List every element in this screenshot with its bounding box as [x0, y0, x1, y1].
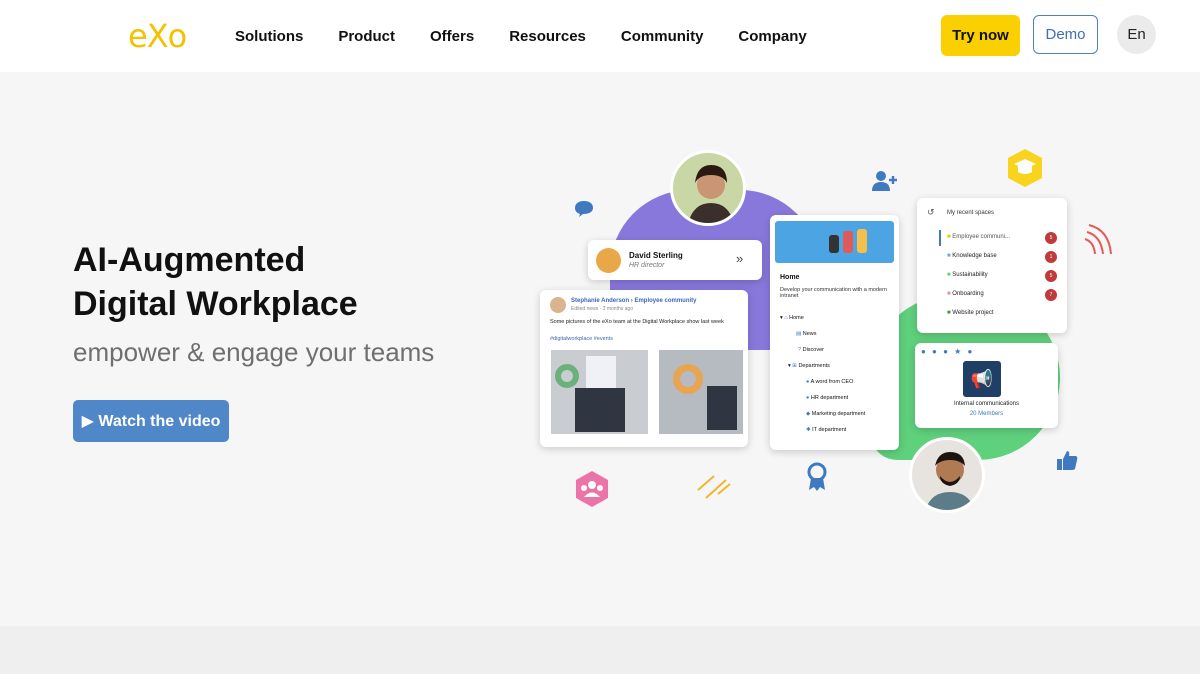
- nav-item-marketing[interactable]: ◆ Marketing department: [806, 411, 865, 417]
- history-icon: ↺: [927, 207, 935, 217]
- comms-members: 20 Members: [969, 411, 1004, 417]
- exo-logo[interactable]: eXo: [128, 17, 187, 55]
- reaction-icons: ● ● ● ★ ●: [921, 347, 975, 356]
- profile-role: HR director: [629, 262, 665, 269]
- nav-card-desc: Develop your communication with a modern…: [780, 287, 887, 299]
- space-count-badge: 5: [1045, 232, 1057, 244]
- nav-product[interactable]: Product: [338, 28, 395, 45]
- community-icon: [576, 471, 608, 507]
- post-space-name[interactable]: Employee community: [634, 298, 696, 304]
- nav-item-hr[interactable]: ● HR department: [806, 395, 848, 401]
- graduation-cap-icon: [1008, 149, 1042, 187]
- hero-title-line1: AI-Augmented: [73, 241, 306, 279]
- comms-title: Internal communications: [953, 401, 1020, 407]
- space-item[interactable]: ■ Website project: [947, 310, 1059, 316]
- space-item[interactable]: ■ Knowledge base 1: [947, 251, 1059, 263]
- post-meta: Edited news · 3 months ago: [571, 306, 633, 312]
- nav-resources[interactable]: Resources: [509, 28, 586, 45]
- add-user-icon: [872, 171, 897, 191]
- nav-card-banner: [775, 221, 894, 263]
- award-ribbon-icon: [807, 462, 827, 491]
- space-item[interactable]: ■ Onboarding 7: [947, 289, 1059, 301]
- space-active-bar: [939, 230, 941, 246]
- post-author-name[interactable]: Stephanie Anderson: [571, 298, 629, 304]
- nav-item-departments[interactable]: ▾ ⊞ Departments: [788, 363, 830, 369]
- site-header: eXo Solutions Product Offers Resources C…: [0, 0, 1200, 72]
- partner-logos-strip: [0, 626, 1200, 674]
- nav-offers[interactable]: Offers: [430, 28, 474, 45]
- recent-spaces-card: ↺ My recent spaces ■ Employee communi...…: [917, 198, 1067, 333]
- signal-waves-icon: [1084, 224, 1112, 255]
- profile-name: David Sterling: [629, 251, 683, 260]
- chevron-right-icon[interactable]: »: [736, 251, 743, 266]
- post-tags[interactable]: #digitalworkplace #events: [550, 336, 613, 342]
- avatar-stephanie: [550, 297, 566, 313]
- watch-video-button[interactable]: ▶ Watch the video: [73, 400, 229, 442]
- avatar-david: [596, 248, 621, 273]
- nav-card-title: Home: [780, 274, 800, 281]
- megaphone-icon: 📢: [963, 361, 1001, 397]
- nav-item-discover[interactable]: ? Discover: [798, 347, 824, 353]
- demo-button[interactable]: Demo: [1033, 15, 1098, 54]
- avatar-woman: [670, 150, 746, 226]
- try-now-button[interactable]: Try now: [941, 15, 1020, 56]
- profile-card[interactable]: David Sterling HR director »: [588, 240, 762, 280]
- thumbs-up-icon: [1057, 451, 1078, 470]
- internal-comms-card[interactable]: 📢 ● ● ● ★ ● Internal communications 20 M…: [915, 343, 1058, 428]
- post-photo-1: [551, 350, 648, 434]
- main-nav: Solutions Product Offers Resources Commu…: [235, 28, 842, 45]
- space-item[interactable]: ■ Employee communi... 5: [947, 232, 1059, 244]
- language-button[interactable]: En: [1117, 15, 1156, 54]
- hero-subtitle: empower & engage your teams: [73, 337, 435, 367]
- space-count-badge: 5: [1045, 270, 1057, 282]
- space-count-badge: 1: [1045, 251, 1057, 263]
- activity-post-card: Stephanie Anderson › Employee community …: [540, 290, 748, 447]
- post-text: Some pictures of the eXo team at the Dig…: [550, 319, 724, 325]
- hero-illustration: David Sterling HR director » Stephanie A…: [540, 140, 1140, 530]
- avatar-man: [909, 437, 985, 513]
- intranet-nav-card: Home Develop your communication with a m…: [770, 215, 899, 450]
- hero-title: AI-Augmented Digital Workplace: [73, 238, 358, 326]
- recent-spaces-title: My recent spaces: [947, 210, 995, 216]
- space-item[interactable]: ■ Sustainability 5: [947, 270, 1059, 282]
- nav-item-it[interactable]: ✱ IT department: [806, 427, 846, 433]
- nav-item-ceo[interactable]: ● A word from CEO: [806, 379, 853, 385]
- nav-item-home[interactable]: ▾ ⌂ Home: [780, 315, 804, 321]
- hero-title-line2: Digital Workplace: [73, 285, 358, 323]
- chat-bubble-icon: [575, 201, 593, 217]
- nav-community[interactable]: Community: [621, 28, 704, 45]
- nav-solutions[interactable]: Solutions: [235, 28, 303, 45]
- nav-item-news[interactable]: ▤ News: [796, 331, 817, 337]
- space-count-badge: 7: [1045, 289, 1057, 301]
- post-author: Stephanie Anderson › Employee community: [571, 298, 697, 304]
- post-photo-2: [659, 350, 743, 434]
- speed-lines-icon: [697, 475, 731, 499]
- nav-company[interactable]: Company: [738, 28, 806, 45]
